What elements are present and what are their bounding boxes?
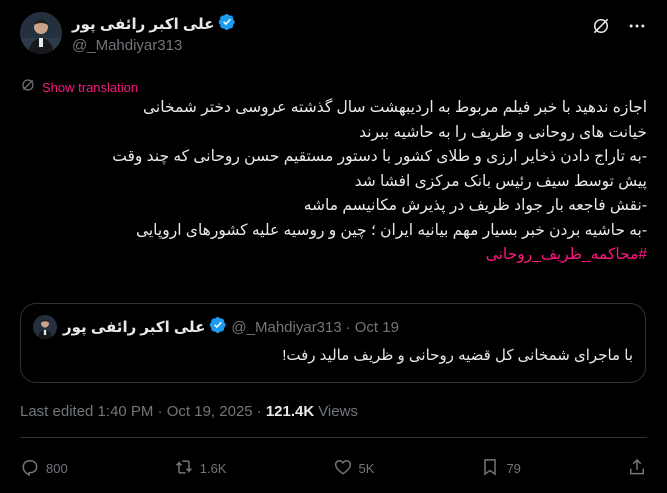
tweet-line: -به حاشیه بردن خبر بسیار مهم بیانیه ایرا… <box>135 221 647 239</box>
verified-badge-icon <box>218 13 236 36</box>
quote-text: با ماجرای شمخانی کل قضیه روحانی و ظریف م… <box>282 347 633 364</box>
quote-author-name[interactable]: علی اکبر رائفی پور <box>63 318 205 336</box>
translate-row[interactable]: Show translation <box>20 77 138 98</box>
quote-author-handle[interactable]: @_Mahdiyar313 <box>231 319 341 336</box>
author-block: علی اکبر رائفی پور @_Mahdiyar313 <box>72 13 236 54</box>
like-count: 5K <box>358 460 375 476</box>
show-translation-link[interactable]: Show translation <box>42 80 138 95</box>
edited-timestamp[interactable]: Last edited 1:40 PM · Oct 19, 2025 · <box>20 403 262 420</box>
tweet-meta: Last edited 1:40 PM · Oct 19, 2025 · 121… <box>20 403 358 420</box>
translate-icon <box>20 77 36 98</box>
hashtag-link[interactable]: #محاکمه_ظریف_روحانی <box>20 243 647 268</box>
tweet-line: -نقش فاجعه بار جواد ظریف در پذیرش مکانیس… <box>303 197 647 214</box>
bookmark-button[interactable]: 79 <box>480 457 521 480</box>
tweet-text: اجازه ندهید با خبر فیلم مربوط به اردیبهش… <box>20 96 647 268</box>
bookmark-count: 79 <box>506 460 521 476</box>
repost-count: 1.6K <box>199 460 227 476</box>
reply-button[interactable]: 800 <box>20 457 68 480</box>
reply-icon <box>20 457 40 480</box>
grok-icon[interactable] <box>591 16 611 36</box>
author-name[interactable]: علی اکبر رائفی پور <box>72 15 214 33</box>
views-count: 121.4K <box>265 403 315 420</box>
quote-avatar[interactable] <box>33 315 57 339</box>
share-icon <box>627 457 647 480</box>
author-avatar[interactable] <box>20 12 62 54</box>
tweet-line: -به تاراج دادن ذخایر ارزی و طلای کشور با… <box>112 148 647 165</box>
reply-count: 800 <box>46 460 68 476</box>
heart-icon <box>333 457 353 480</box>
author-handle[interactable]: @_Mahdiyar313 <box>72 37 236 54</box>
quote-separator: · <box>345 318 351 336</box>
quoted-tweet[interactable]: علی اکبر رائفی پور @_Mahdiyar313 · Oct 1… <box>20 303 646 383</box>
repost-icon <box>174 457 194 480</box>
bookmark-icon <box>480 457 500 480</box>
tweet-line: خیانت های روحانی و ظریف را به حاشیه ببرن… <box>359 123 647 141</box>
share-button[interactable] <box>627 457 647 480</box>
action-bar: 800 1.6K 5K 79 <box>20 456 647 480</box>
tweet-line: اجازه ندهید با خبر فیلم مربوط به اردیبهش… <box>143 99 647 116</box>
quote-verified-badge-icon <box>209 316 227 338</box>
like-button[interactable]: 5K <box>333 457 375 480</box>
quote-date[interactable]: Oct 19 <box>355 319 399 336</box>
divider <box>20 437 647 438</box>
tweet-line: پیش توسط سیف رئیس بانک مرکزی افشا شد <box>354 172 647 190</box>
more-icon[interactable] <box>627 16 647 36</box>
repost-button[interactable]: 1.6K <box>174 457 227 480</box>
views-label: Views <box>318 403 358 420</box>
